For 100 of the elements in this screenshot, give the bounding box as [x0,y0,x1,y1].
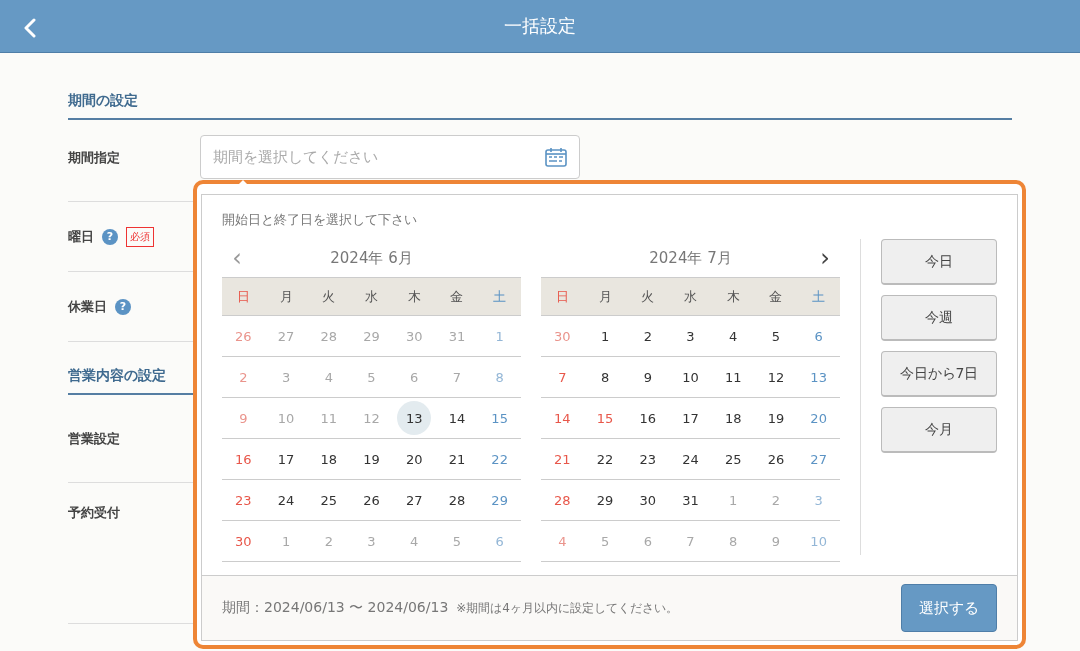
calendar-day[interactable]: 10 [269,401,304,435]
calendar-day[interactable]: 11 [311,401,346,435]
calendar-day[interactable]: 2 [758,483,793,517]
calendar-day[interactable]: 21 [439,442,474,476]
shortcut-button[interactable]: 今日から7日 [881,351,997,397]
calendar-day[interactable]: 30 [545,319,580,353]
calendar-day[interactable]: 10 [801,524,836,558]
weekday-label: 木 [406,287,422,306]
calendar-day[interactable]: 26 [354,483,389,517]
calendar-day[interactable]: 27 [269,319,304,353]
calendar-day[interactable]: 8 [588,360,623,394]
calendar-day[interactable]: 31 [439,319,474,353]
calendar-day[interactable]: 17 [269,442,304,476]
calendar-day[interactable]: 20 [801,401,836,435]
next-month-button[interactable]: › [820,246,830,270]
calendar-day[interactable]: 8 [716,524,751,558]
calendar-day[interactable]: 29 [588,483,623,517]
weekday-label: 日 [235,287,251,306]
calendar-day[interactable]: 28 [311,319,346,353]
calendar-day[interactable]: 4 [545,524,580,558]
calendar-day[interactable]: 3 [801,483,836,517]
calendar-day[interactable]: 1 [716,483,751,517]
calendar-day[interactable]: 3 [269,360,304,394]
calendar-day[interactable]: 6 [397,360,432,394]
calendar-day[interactable]: 21 [545,442,580,476]
calendar-day[interactable]: 6 [482,524,517,558]
calendar-day[interactable]: 28 [439,483,474,517]
calendar-day[interactable]: 31 [673,483,708,517]
calendar-day[interactable]: 27 [801,442,836,476]
calendar-day[interactable]: 18 [716,401,751,435]
calendar-day[interactable]: 19 [354,442,389,476]
calendar-day[interactable]: 22 [482,442,517,476]
calendar-day[interactable]: 9 [758,524,793,558]
calendar-day[interactable]: 14 [545,401,580,435]
calendar-day[interactable]: 13 [397,401,432,435]
calendar-day[interactable]: 1 [588,319,623,353]
confirm-button[interactable]: 選択する [901,584,997,632]
weekday-label: 金 [768,287,784,306]
back-icon[interactable] [24,18,36,38]
shortcut-button[interactable]: 今日 [881,239,997,285]
calendar-day[interactable]: 16 [226,442,261,476]
calendar-day[interactable]: 7 [439,360,474,394]
help-icon[interactable]: ? [115,298,131,315]
calendar-day[interactable]: 1 [482,319,517,353]
calendar-day[interactable]: 29 [354,319,389,353]
calendar-day[interactable]: 5 [758,319,793,353]
calendar-day[interactable]: 9 [630,360,665,394]
calendar-day[interactable]: 12 [758,360,793,394]
calendar-day[interactable]: 20 [397,442,432,476]
calendar-day[interactable]: 19 [758,401,793,435]
calendar-day[interactable]: 2 [311,524,346,558]
shortcut-button[interactable]: 今月 [881,407,997,453]
calendar-day[interactable]: 3 [673,319,708,353]
calendar-day[interactable]: 26 [758,442,793,476]
calendar-day[interactable]: 27 [397,483,432,517]
calendar-day[interactable]: 23 [226,483,261,517]
calendar-day[interactable]: 29 [482,483,517,517]
calendar-day[interactable]: 26 [226,319,261,353]
calendar-day[interactable]: 14 [439,401,474,435]
calendar-day[interactable]: 4 [397,524,432,558]
calendar-day[interactable]: 4 [716,319,751,353]
previous-month-button[interactable]: ‹ [232,246,242,270]
calendar-day[interactable]: 30 [226,524,261,558]
calendar-day[interactable]: 15 [588,401,623,435]
calendar-day[interactable]: 5 [439,524,474,558]
calendar-day[interactable]: 13 [801,360,836,394]
calendar-day[interactable]: 23 [630,442,665,476]
instruction-text: 開始日と終了日を選択して下さい [222,211,418,229]
calendar-day[interactable]: 2 [226,360,261,394]
calendar-day[interactable]: 4 [311,360,346,394]
calendar-day[interactable]: 25 [311,483,346,517]
calendar-day[interactable]: 15 [482,401,517,435]
period-field[interactable]: 期間を選択してください [200,135,580,179]
calendar-day[interactable]: 9 [226,401,261,435]
shortcut-button[interactable]: 今週 [881,295,997,341]
calendar-day[interactable]: 1 [269,524,304,558]
calendar-day[interactable]: 7 [673,524,708,558]
calendar-day[interactable]: 12 [354,401,389,435]
help-icon[interactable]: ? [102,228,118,245]
calendar-day[interactable]: 5 [354,360,389,394]
calendar-day[interactable]: 7 [545,360,580,394]
calendar-day[interactable]: 30 [630,483,665,517]
calendar-day[interactable]: 6 [801,319,836,353]
calendar-day[interactable]: 22 [588,442,623,476]
calendar-day[interactable]: 5 [588,524,623,558]
calendar-day[interactable]: 18 [311,442,346,476]
calendar-day[interactable]: 6 [630,524,665,558]
calendar-day[interactable]: 8 [482,360,517,394]
calendar-day[interactable]: 16 [630,401,665,435]
calendar-day[interactable]: 30 [397,319,432,353]
calendar-day[interactable]: 2 [630,319,665,353]
calendar-day[interactable]: 11 [716,360,751,394]
calendar-day[interactable]: 24 [269,483,304,517]
calendar-day[interactable]: 24 [673,442,708,476]
calendar-day[interactable]: 25 [716,442,751,476]
calendar-day[interactable]: 3 [354,524,389,558]
calendar-day[interactable]: 28 [545,483,580,517]
weekday-label: 火 [321,287,337,306]
calendar-day[interactable]: 17 [673,401,708,435]
calendar-day[interactable]: 10 [673,360,708,394]
